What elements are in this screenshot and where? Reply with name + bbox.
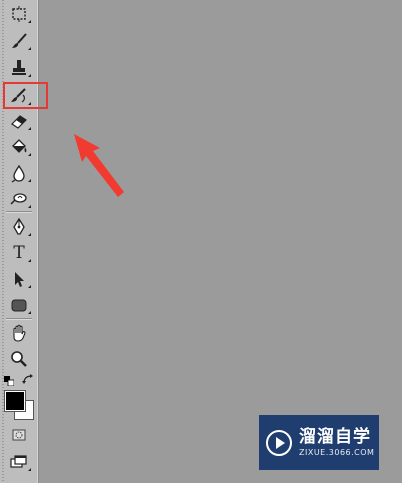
path-selection-tool[interactable] <box>7 268 31 290</box>
rounded-rect-icon <box>11 299 27 312</box>
marquee-icon <box>12 6 26 22</box>
magnifier-icon <box>11 351 27 367</box>
hand-icon <box>13 324 26 342</box>
watermark-logo: 溜溜自学 ZIXUE.3066.COM <box>259 415 379 470</box>
quick-mask-button[interactable] <box>7 424 31 446</box>
type-tool[interactable]: T <box>7 242 31 264</box>
arrow-icon <box>15 272 24 287</box>
foreground-color-swatch[interactable] <box>4 390 26 412</box>
zoom-tool[interactable] <box>7 348 31 370</box>
bucket-icon <box>12 139 27 153</box>
clone-stamp-tool[interactable] <box>7 57 31 79</box>
tool-highlight-box <box>3 82 48 109</box>
type-icon: T <box>13 243 25 263</box>
rectangle-tool[interactable] <box>7 294 31 316</box>
eraser-icon <box>11 115 27 129</box>
separator <box>6 211 32 212</box>
watermark-url: ZIXUE.3066.COM <box>299 447 375 457</box>
quick-mask-icon <box>12 429 26 441</box>
panel-grip[interactable] <box>2 0 4 483</box>
dodge-icon <box>10 193 27 205</box>
swap-colors-icon[interactable] <box>22 374 34 386</box>
brush-tool[interactable] <box>7 30 31 52</box>
pen-icon <box>13 217 25 235</box>
annotation-arrow-icon <box>74 134 124 197</box>
separator <box>6 318 32 319</box>
tools-panel: T <box>0 0 39 483</box>
hand-tool[interactable] <box>7 322 31 344</box>
watermark-name: 溜溜自学 <box>299 426 371 447</box>
dodge-tool[interactable] <box>7 188 31 210</box>
stamp-icon <box>12 60 26 75</box>
brush-icon <box>12 33 27 48</box>
drop-icon <box>11 164 25 183</box>
screen-mode-button[interactable] <box>7 451 31 473</box>
pen-tool[interactable] <box>7 216 31 238</box>
play-logo-icon <box>266 429 292 456</box>
default-colors-icon[interactable] <box>4 376 14 386</box>
eraser-tool[interactable] <box>7 110 31 132</box>
marquee-tool[interactable] <box>7 3 31 25</box>
screen-mode-icon <box>10 455 27 468</box>
blur-tool[interactable] <box>7 162 31 184</box>
paint-bucket-tool[interactable] <box>7 136 31 158</box>
